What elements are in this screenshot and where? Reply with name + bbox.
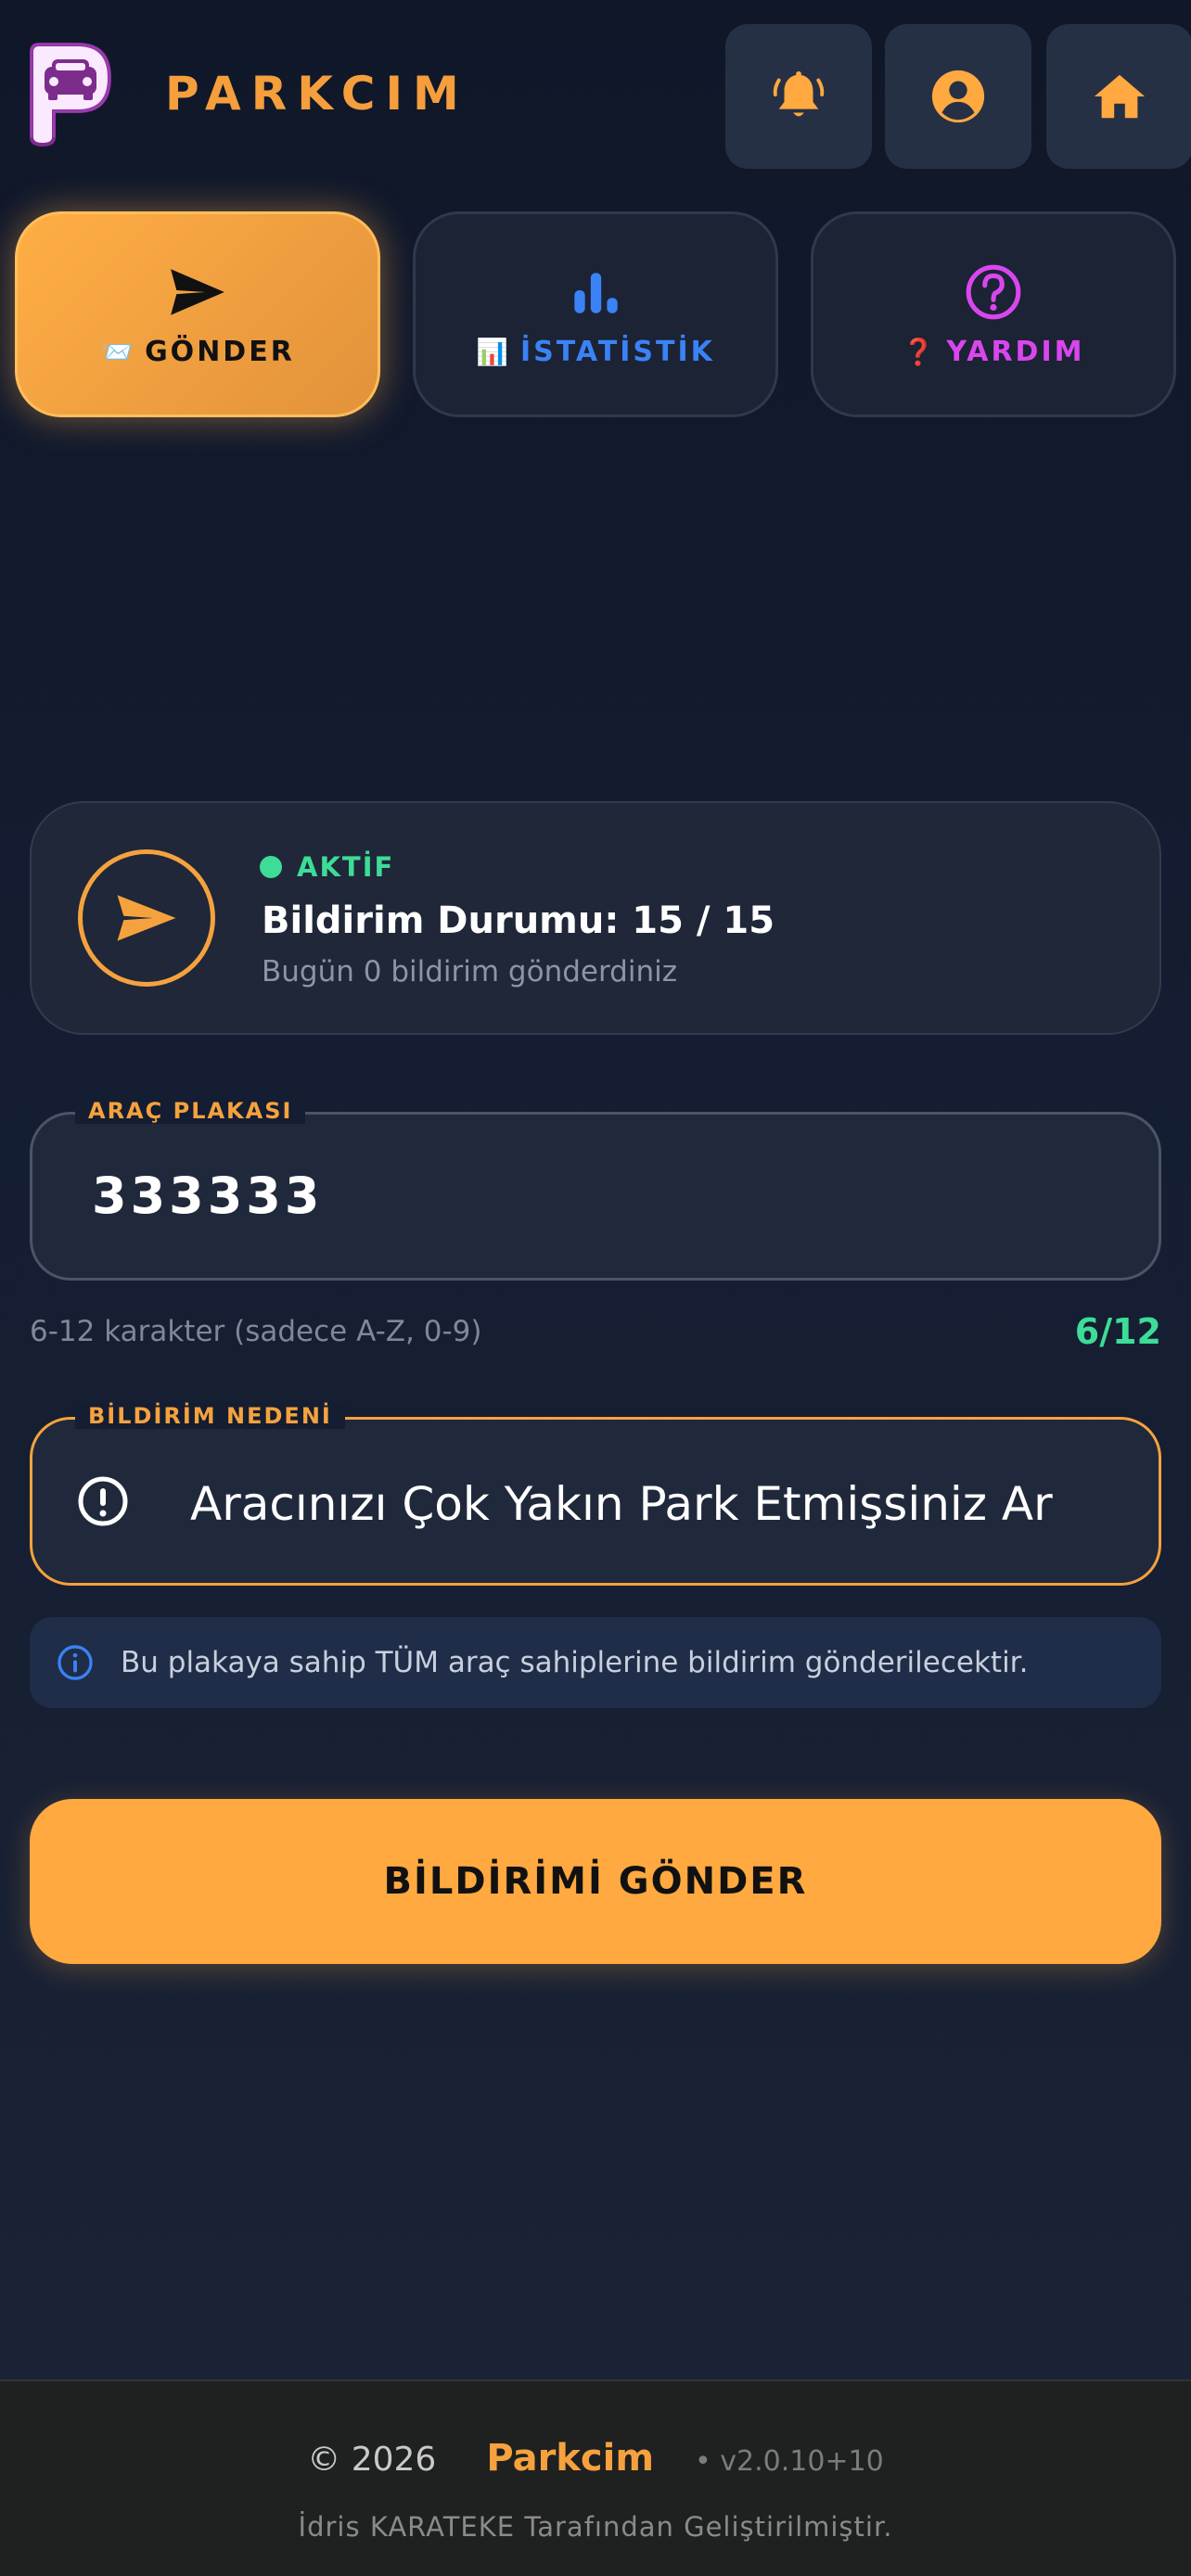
home-button[interactable] (1046, 24, 1191, 169)
footer-brand: Parkcim (486, 2437, 654, 2480)
send-button-label: BİLDİRİMİ GÖNDER (383, 1860, 808, 1903)
reason-select[interactable]: BİLDİRİM NEDENİ Aracınızı Çok Yakın Park… (30, 1403, 1161, 1586)
inbox-tray-icon: 📨 (100, 336, 136, 367)
profile-button[interactable] (885, 24, 1031, 169)
reason-legend: BİLDİRİM NEDENİ (75, 1403, 345, 1429)
plate-char-counter: 6/12 (1074, 1311, 1161, 1352)
active-dot-icon (260, 856, 282, 878)
tab-send-label: GÖNDER (145, 335, 295, 368)
alert-circle-icon (78, 1476, 128, 1526)
home-icon (1094, 74, 1146, 119)
send-notification-button[interactable]: BİLDİRİMİ GÖNDER (30, 1799, 1161, 1964)
tab-help[interactable]: ❓ YARDIM (811, 211, 1176, 417)
tab-send[interactable]: 📨 GÖNDER (15, 211, 380, 417)
chart-emoji-icon: 📊 (476, 336, 511, 367)
plate-value[interactable]: 333333 (92, 1167, 323, 1225)
status-state: AKTİF (297, 851, 395, 883)
plate-input[interactable]: ARAÇ PLAKASI 333333 (30, 1098, 1161, 1281)
question-emoji-icon: ❓ (902, 336, 938, 367)
tab-statistics[interactable]: 📊 İSTATİSTİK (413, 211, 778, 417)
send-icon (117, 895, 176, 941)
help-icon (966, 264, 1021, 319)
footer-credit: İdris KARATEKE Tarafından Geliştirilmişt… (298, 2511, 893, 2543)
status-title: Bildirim Durumu: 15 / 15 (262, 899, 775, 942)
footer-copyright: © 2026 (307, 2441, 437, 2479)
notifications-button[interactable] (725, 24, 872, 169)
bar-chart-icon (574, 272, 618, 313)
footer-version: • v2.0.10+10 (695, 2445, 884, 2478)
brand-title: PARKCIM (165, 67, 469, 121)
status-subtitle: Bugün 0 bildirim gönderdiniz (262, 955, 677, 988)
plate-hint: 6-12 karakter (sadece A-Z, 0-9) (30, 1315, 482, 1348)
app-header: PARKCIM (0, 0, 1191, 185)
parking-car-logo-icon (30, 43, 112, 147)
tab-statistics-label: İSTATİSTİK (519, 335, 715, 368)
tab-help-label: YARDIM (946, 335, 1085, 368)
info-icon (58, 1645, 93, 1680)
user-circle-icon (931, 70, 985, 123)
send-icon (171, 268, 224, 315)
info-text: Bu plakaya sahip TÜM araç sahiplerine bi… (121, 1646, 1029, 1679)
bell-ring-icon (773, 70, 825, 117)
app-footer: © 2026 Parkcim • v2.0.10+10 İdris KARATE… (0, 2379, 1191, 2576)
reason-value: Aracınızı Çok Yakın Park Etmişsiniz Ar (190, 1477, 1053, 1531)
status-icon-circle (78, 849, 215, 987)
info-banner: Bu plakaya sahip TÜM araç sahiplerine bi… (30, 1617, 1161, 1708)
plate-legend: ARAÇ PLAKASI (75, 1098, 306, 1124)
notification-status-card: AKTİF Bildirim Durumu: 15 / 15 Bugün 0 b… (30, 801, 1161, 1035)
